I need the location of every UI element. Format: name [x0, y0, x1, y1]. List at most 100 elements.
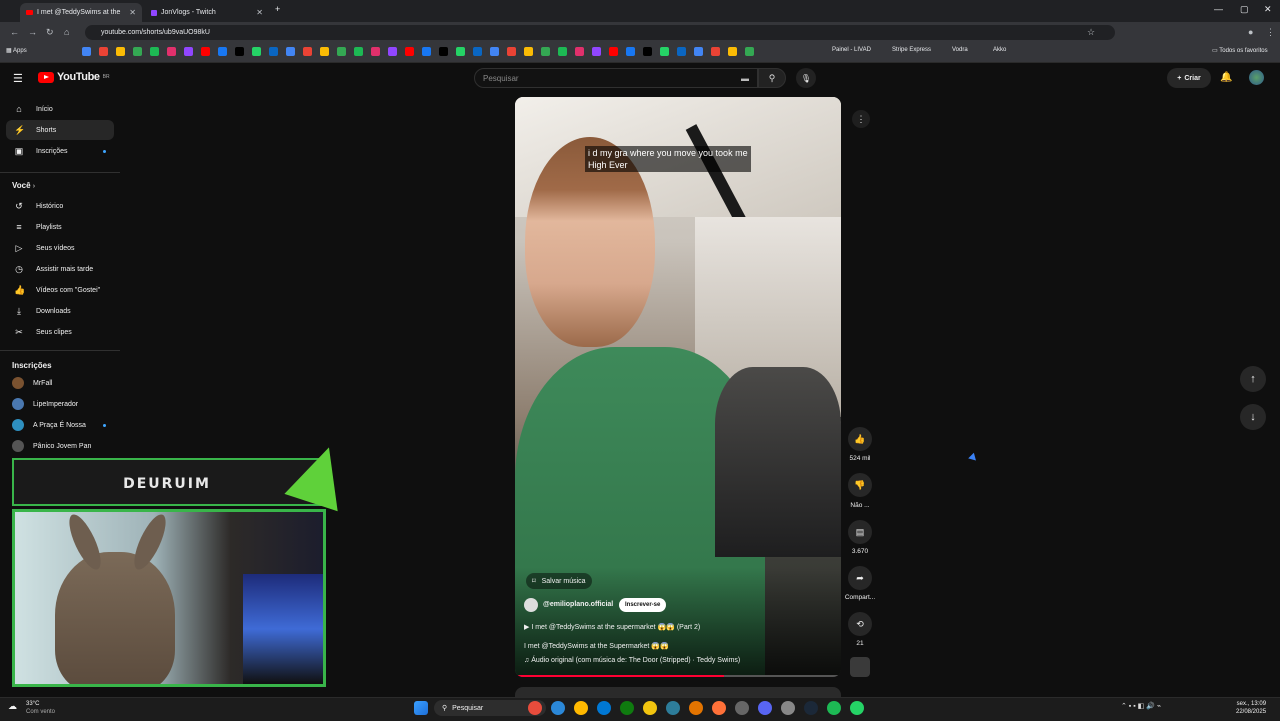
bookmark-favicon-icon[interactable]: [82, 47, 91, 56]
taskbar-app-icon[interactable]: [712, 701, 726, 715]
sidebar-item-clips[interactable]: ✂ Seus clipes: [6, 322, 114, 342]
bookmark-painel[interactable]: Painel - LIVAD: [832, 47, 871, 53]
save-music-button[interactable]: ⌑ Salvar música: [526, 573, 592, 589]
system-tray-icons[interactable]: ⌃ ▪ ▪ ◧ 🔊 ⌁: [1121, 702, 1161, 710]
next-short-preview[interactable]: [515, 687, 841, 697]
bookmark-favicon-icon[interactable]: [558, 47, 567, 56]
notifications-bell-icon[interactable]: 🔔: [1220, 72, 1232, 83]
apps-bookmark[interactable]: ▦ Apps: [6, 47, 27, 54]
audio-thumbnail[interactable]: [850, 657, 870, 677]
bookmark-favicon-icon[interactable]: [235, 47, 244, 56]
taskbar-app-icon[interactable]: [735, 701, 749, 715]
sidebar-item-your-videos[interactable]: ▷ Seus vídeos: [6, 238, 114, 258]
bookmark-favicon-icon[interactable]: [286, 47, 295, 56]
bookmark-favicon-icon[interactable]: [711, 47, 720, 56]
bookmark-favicon-icon[interactable]: [184, 47, 193, 56]
bookmark-favicon-icon[interactable]: [405, 47, 414, 56]
bookmark-favicon-icon[interactable]: [660, 47, 669, 56]
sidebar-item-subscriptions[interactable]: ▣ Inscrições: [6, 141, 114, 161]
bookmark-favicon-icon[interactable]: [728, 47, 737, 56]
bookmark-favicon-icon[interactable]: [745, 47, 754, 56]
hamburger-menu-icon[interactable]: ☰: [13, 72, 23, 85]
bookmark-favicon-icon[interactable]: [541, 47, 550, 56]
taskbar-app-icon[interactable]: [551, 701, 565, 715]
maximize-icon[interactable]: ▢: [1240, 4, 1249, 15]
taskbar-app-icon[interactable]: [574, 701, 588, 715]
bookmark-favicon-icon[interactable]: [439, 47, 448, 56]
sidebar-item-downloads[interactable]: ⤓ Downloads: [6, 301, 114, 321]
comments-button[interactable]: ▤: [848, 520, 872, 544]
bookmark-favicon-icon[interactable]: [371, 47, 380, 56]
search-input[interactable]: Pesquisar ▬: [474, 68, 758, 88]
bookmark-favicon-icon[interactable]: [150, 47, 159, 56]
bookmark-favicon-icon[interactable]: [201, 47, 210, 56]
clock[interactable]: sex., 13:09 22/08/2025: [1236, 700, 1266, 716]
bookmark-favicon-icon[interactable]: [422, 47, 431, 56]
address-bar[interactable]: youtube.com/shorts/ub9vaUO98kU: [85, 25, 1115, 40]
bookmark-favicon-icon[interactable]: [677, 47, 686, 56]
taskbar-app-icon[interactable]: [620, 701, 634, 715]
bookmark-favicon-icon[interactable]: [575, 47, 584, 56]
home-browser-icon[interactable]: ⌂: [64, 27, 69, 37]
profile-icon[interactable]: ●: [1248, 27, 1253, 37]
bookmark-favicon-icon[interactable]: [524, 47, 533, 56]
bookmark-favicon-icon[interactable]: [320, 47, 329, 56]
taskbar-app-icon[interactable]: [850, 701, 864, 715]
sidebar-item-home[interactable]: ⌂ Início: [6, 99, 114, 119]
taskbar-app-icon[interactable]: [689, 701, 703, 715]
tab-youtube-short[interactable]: I met @TeddySwims at the ✕: [20, 3, 142, 22]
bookmark-favicon-icon[interactable]: [116, 47, 125, 56]
channel-avatar[interactable]: [524, 598, 538, 612]
reload-icon[interactable]: ↻: [46, 27, 54, 38]
subscription-item[interactable]: Pânico Jovem Pan: [6, 436, 114, 456]
taskbar-app-icon[interactable]: [804, 701, 818, 715]
you-heading[interactable]: Você ›: [12, 181, 35, 190]
bookmark-star-icon[interactable]: ☆: [1087, 27, 1095, 38]
bookmark-akko[interactable]: Akko: [993, 47, 1006, 53]
close-tab-icon[interactable]: ✕: [129, 8, 136, 17]
subscribe-button[interactable]: Inscrever-se: [619, 598, 667, 612]
bookmark-favicon-icon[interactable]: [694, 47, 703, 56]
previous-short-button[interactable]: ↑: [1240, 366, 1266, 392]
bookmark-favicon-icon[interactable]: [337, 47, 346, 56]
youtube-logo[interactable]: YouTube BR: [38, 71, 110, 83]
taskbar-app-icon[interactable]: [827, 701, 841, 715]
taskbar-app-icon[interactable]: [597, 701, 611, 715]
all-favorites[interactable]: ▭ Todos os favoritos: [1212, 47, 1268, 54]
window-close-icon[interactable]: ✕: [1264, 4, 1272, 15]
windows-start-icon[interactable]: [414, 701, 428, 715]
share-button[interactable]: ➦: [848, 566, 872, 590]
subscription-item[interactable]: LipeImperador: [6, 394, 114, 414]
sidebar-item-playlists[interactable]: ≡ Playlists: [6, 217, 114, 237]
bookmark-favicon-icon[interactable]: [456, 47, 465, 56]
sidebar-item-shorts[interactable]: ⚡ Shorts: [6, 120, 114, 140]
bookmark-favicon-icon[interactable]: [269, 47, 278, 56]
bookmark-favicon-icon[interactable]: [133, 47, 142, 56]
new-tab-icon[interactable]: +: [275, 4, 280, 14]
sidebar-item-watch-later[interactable]: ◷ Assistir mais tarde: [6, 259, 114, 279]
forward-icon[interactable]: →: [28, 27, 37, 37]
bookmark-favicon-icon[interactable]: [218, 47, 227, 56]
channel-name[interactable]: @emilioplano.official: [543, 601, 613, 608]
browser-menu-icon[interactable]: ⋮: [1266, 27, 1275, 38]
like-button[interactable]: 👍: [848, 427, 872, 451]
bookmark-favicon-icon[interactable]: [626, 47, 635, 56]
taskbar-app-icon[interactable]: [528, 701, 542, 715]
taskbar-app-icon[interactable]: [758, 701, 772, 715]
remix-button[interactable]: ⟲: [848, 612, 872, 636]
bookmark-favicon-icon[interactable]: [99, 47, 108, 56]
taskbar-app-icon[interactable]: [781, 701, 795, 715]
next-short-button[interactable]: ↓: [1240, 404, 1266, 430]
more-options-icon[interactable]: ⋮: [852, 110, 870, 128]
bookmark-favicon-icon[interactable]: [490, 47, 499, 56]
playlist-link[interactable]: ▶ I met @TeddySwims at the supermarket 😱…: [524, 623, 700, 631]
bookmark-favicon-icon[interactable]: [609, 47, 618, 56]
sidebar-item-history[interactable]: ↺ Histórico: [6, 196, 114, 216]
bookmark-favicon-icon[interactable]: [354, 47, 363, 56]
bookmark-favicon-icon[interactable]: [388, 47, 397, 56]
bookmark-stripe[interactable]: Stripe Express: [892, 47, 931, 53]
bookmark-favicon-icon[interactable]: [507, 47, 516, 56]
short-video[interactable]: [515, 97, 841, 677]
taskbar-app-icon[interactable]: [666, 701, 680, 715]
audio-link[interactable]: ♫ Áudio original (com música de: The Doo…: [524, 657, 740, 664]
